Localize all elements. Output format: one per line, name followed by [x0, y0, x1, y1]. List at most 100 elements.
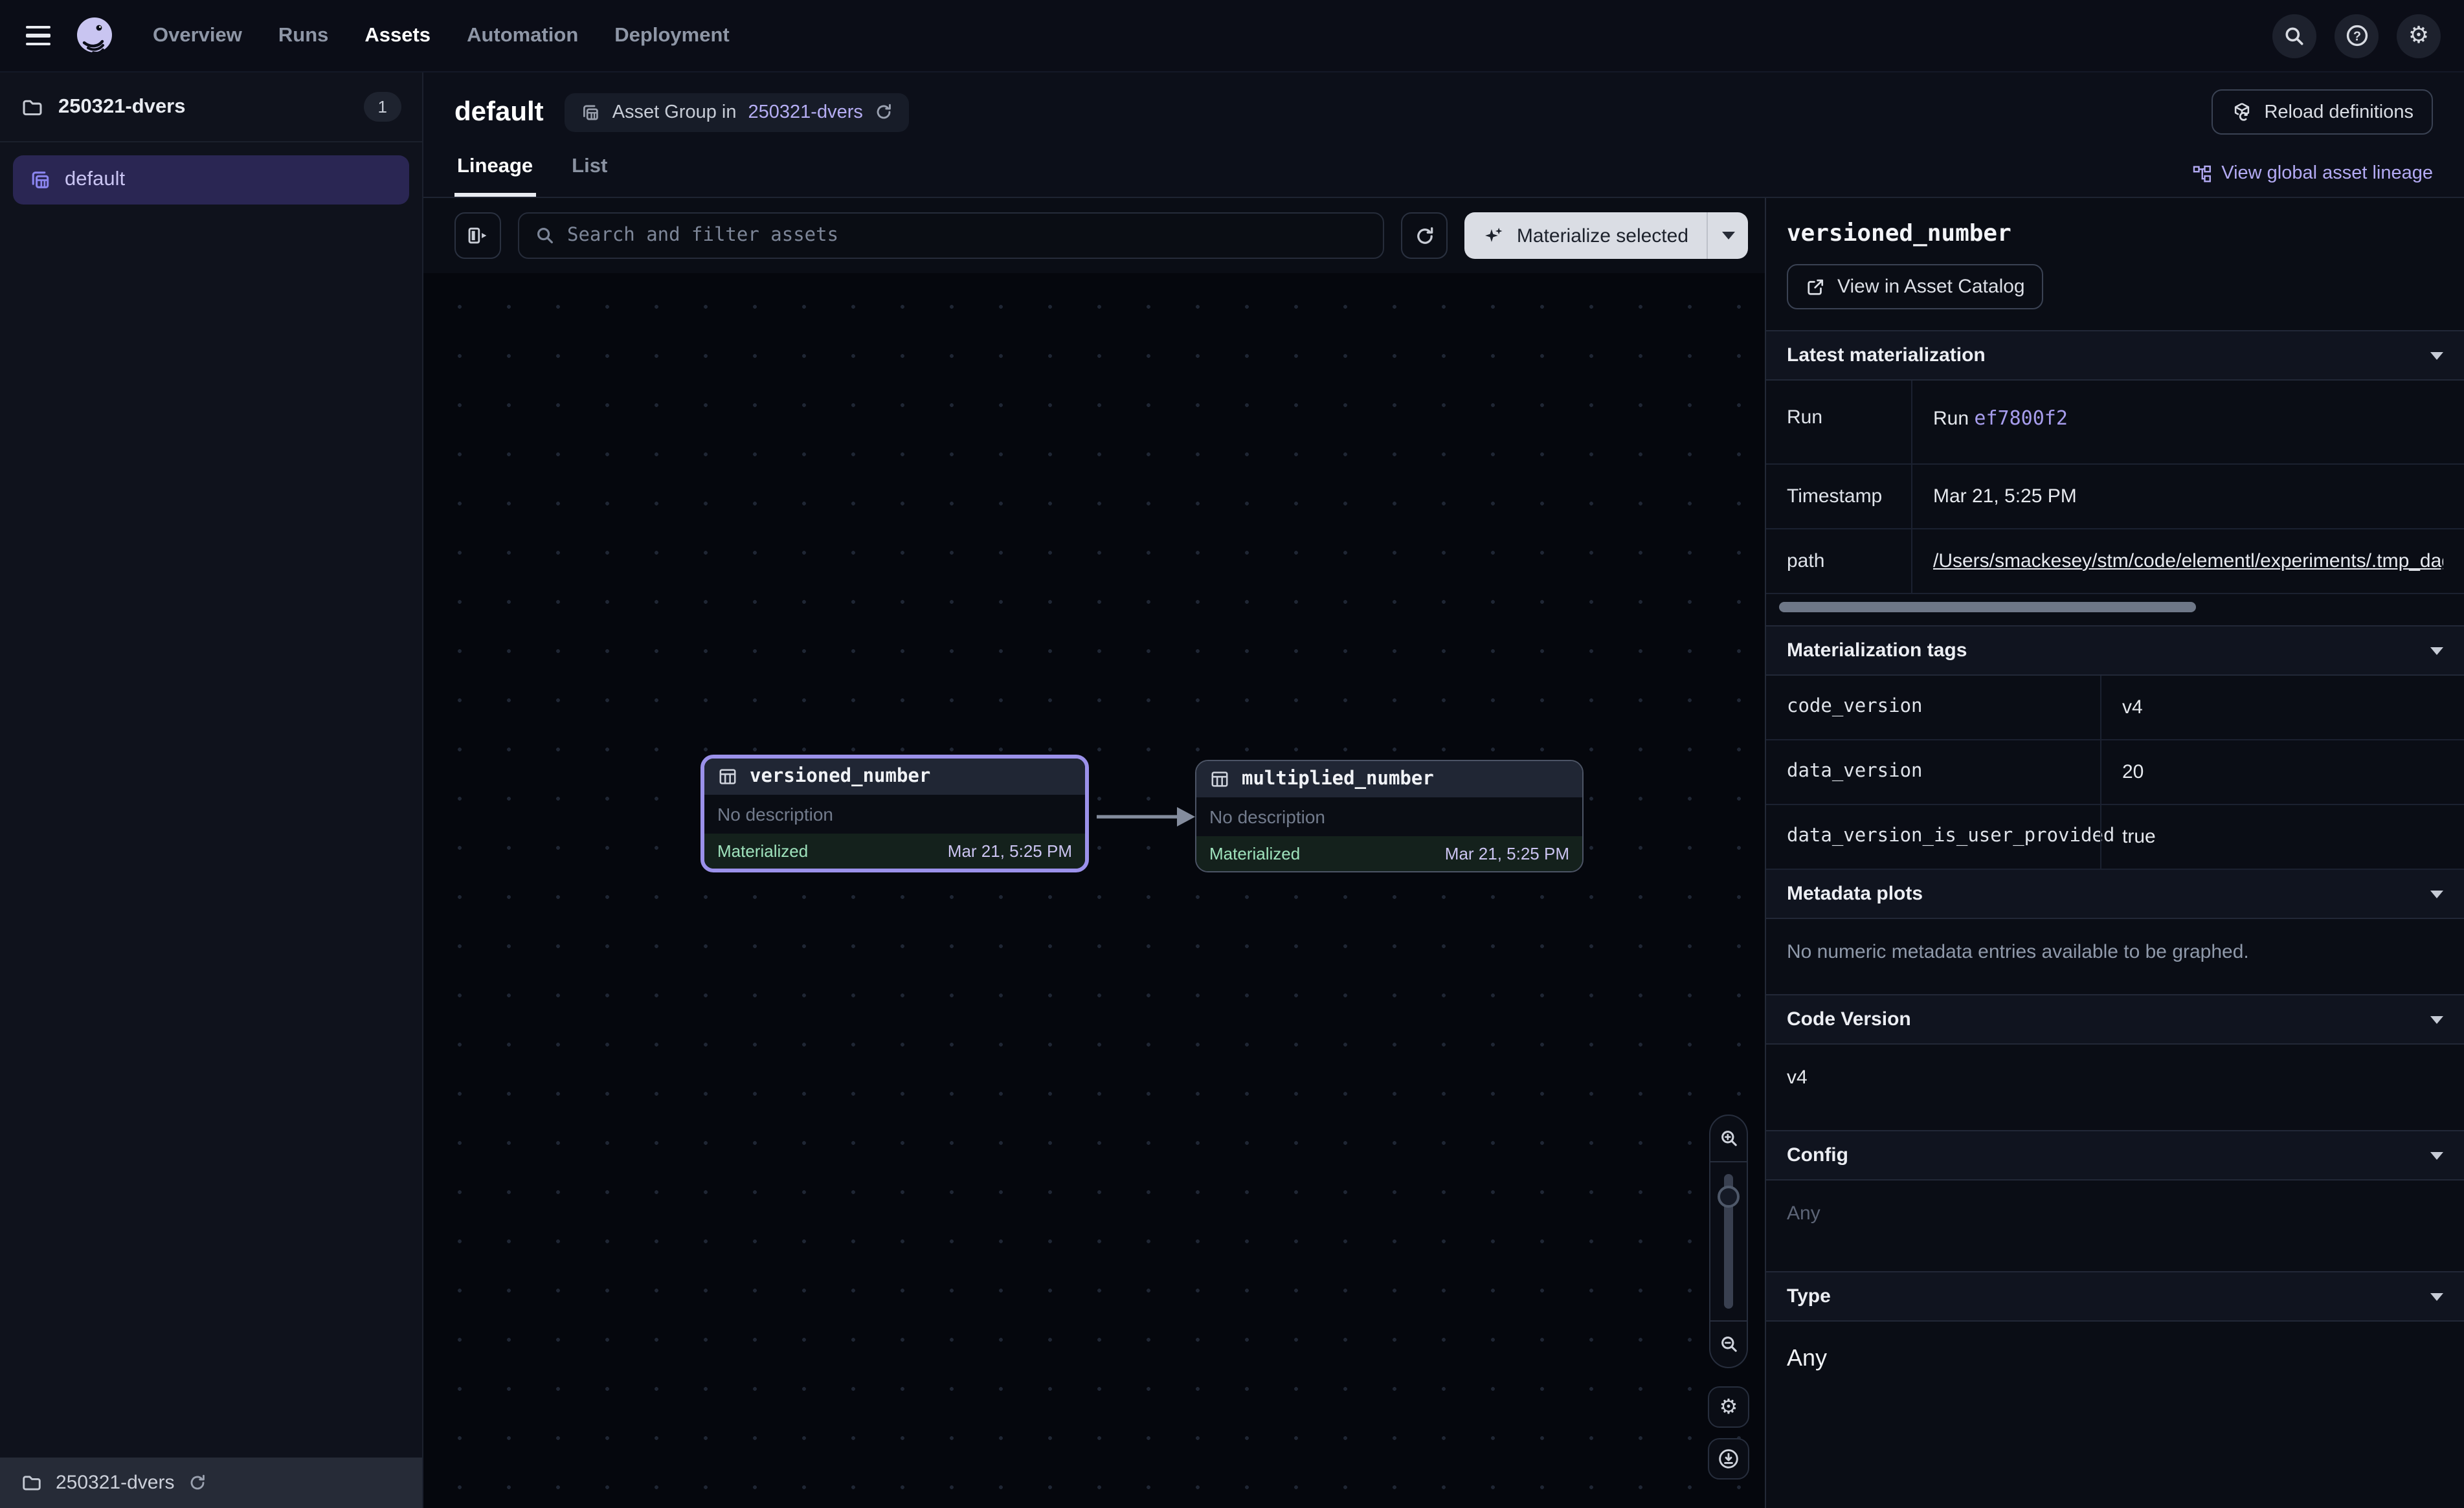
chevron-down-icon	[2430, 351, 2443, 359]
lineage-column: Materialize selected versioned_number	[423, 198, 1765, 1508]
section-header-config[interactable]: Config	[1766, 1130, 2464, 1181]
gear-icon: ⚙	[2408, 22, 2429, 49]
row-value-timestamp: Mar 21, 5:25 PM	[1911, 465, 2464, 529]
view-global-asset-lineage-link[interactable]: View global asset lineage	[2191, 163, 2433, 197]
zoom-in-icon	[1718, 1127, 1740, 1149]
collapse-panel-button[interactable]	[454, 212, 501, 259]
chevron-down-icon	[1721, 232, 1734, 239]
latest-materialization-table: Run Run ef7800f2 Timestamp Mar 21, 5:25 …	[1766, 381, 2464, 594]
nav-item-runs[interactable]: Runs	[278, 24, 329, 47]
global-lineage-icon	[2191, 164, 2211, 183]
materialize-dropdown-button[interactable]	[1708, 212, 1748, 259]
section-label: Latest materialization	[1787, 344, 1986, 366]
help-icon	[2344, 23, 2369, 48]
row-label-path: path	[1766, 529, 1911, 594]
view-in-asset-catalog-label: View in Asset Catalog	[1837, 276, 2025, 298]
graph-toolbar: Materialize selected	[423, 198, 1765, 273]
section-header-type[interactable]: Type	[1766, 1271, 2464, 1322]
section-label: Config	[1787, 1144, 1848, 1166]
badge-prefix: Asset Group in	[612, 102, 737, 122]
asset-node-name: multiplied_number	[1242, 769, 1434, 790]
zoom-out-icon	[1718, 1333, 1740, 1355]
search-button[interactable]	[2272, 14, 2316, 58]
page-title: default	[454, 96, 544, 128]
tag-key: code_version	[1766, 676, 2100, 740]
graph-settings-button[interactable]: ⚙	[1708, 1386, 1749, 1428]
reload-definitions-icon	[2230, 101, 2252, 123]
search-input[interactable]	[567, 225, 1368, 246]
chevron-down-icon	[2430, 1292, 2443, 1300]
main-area: default Asset Group in 250321-dvers Relo…	[423, 72, 2464, 1508]
chevron-down-icon	[2430, 1015, 2443, 1023]
tab-lineage[interactable]: Lineage	[454, 145, 535, 197]
nav-item-overview[interactable]: Overview	[153, 24, 242, 47]
nav-item-automation[interactable]: Automation	[467, 24, 578, 47]
section-label: Materialization tags	[1787, 639, 1967, 661]
zoom-out-button[interactable]	[1710, 1320, 1747, 1367]
section-label: Code Version	[1787, 1008, 1911, 1030]
asset-group-icon	[580, 102, 601, 122]
nav-links: Overview Runs Assets Automation Deployme…	[153, 24, 730, 47]
asset-node-multiplied-number[interactable]: multiplied_number No description Materia…	[1195, 760, 1584, 872]
chevron-down-icon	[2430, 890, 2443, 898]
lineage-edge-arrow	[1094, 799, 1198, 835]
reload-definitions-button[interactable]: Reload definitions	[2211, 89, 2433, 135]
refresh-graph-button[interactable]	[1402, 212, 1448, 259]
dagster-logo	[73, 14, 117, 58]
sidebar-item-default[interactable]: default	[13, 155, 409, 205]
run-id-link[interactable]: ef7800f2	[1974, 406, 2068, 430]
asset-search-box	[518, 212, 1385, 259]
section-header-code-version[interactable]: Code Version	[1766, 994, 2464, 1045]
zoom-in-button[interactable]	[1710, 1116, 1747, 1162]
reload-definitions-label: Reload definitions	[2264, 102, 2414, 122]
global-lineage-label: View global asset lineage	[2221, 163, 2433, 184]
zoom-control	[1709, 1114, 1748, 1368]
asset-node-versioned-number[interactable]: versioned_number No description Material…	[700, 755, 1089, 872]
badge-group-link[interactable]: 250321-dvers	[748, 102, 863, 122]
section-header-materialization-tags[interactable]: Materialization tags	[1766, 625, 2464, 676]
lineage-canvas[interactable]: versioned_number No description Material…	[423, 273, 1765, 1508]
run-prefix: Run	[1933, 408, 1969, 430]
section-header-metadata-plots[interactable]: Metadata plots	[1766, 870, 2464, 919]
row-value-path: /Users/smackesey/stm/code/elementl/exper…	[1911, 529, 2464, 594]
path-link[interactable]: /Users/smackesey/stm/code/elementl/exper…	[1933, 550, 2443, 572]
refresh-icon[interactable]	[875, 102, 894, 122]
refresh-icon[interactable]	[187, 1473, 207, 1492]
external-link-icon	[1805, 276, 1826, 297]
scrollbar-thumb[interactable]	[1779, 602, 2196, 612]
tag-key: data_version	[1766, 740, 2100, 805]
section-label: Type	[1787, 1285, 1831, 1307]
graph-controls: ⚙	[1708, 1114, 1749, 1480]
settings-button[interactable]: ⚙	[2397, 14, 2441, 58]
sparkle-icon	[1483, 225, 1505, 247]
asset-node-status: Materialized	[1209, 844, 1300, 863]
download-icon	[1717, 1447, 1740, 1470]
row-label-timestamp: Timestamp	[1766, 465, 1911, 529]
asset-node-description: No description	[1196, 797, 1582, 836]
sidebar-footer[interactable]: 250321-dvers	[0, 1458, 422, 1508]
nav-item-assets[interactable]: Assets	[364, 24, 431, 47]
horizontal-scrollbar	[1779, 602, 2451, 612]
hamburger-menu-icon[interactable]	[16, 12, 62, 59]
metadata-plots-empty-text: No numeric metadata entries available to…	[1766, 919, 2464, 994]
row-label-run: Run	[1766, 381, 1911, 465]
chevron-down-icon	[2430, 647, 2443, 654]
config-value: Any	[1766, 1181, 2464, 1271]
materialize-selected-label: Materialize selected	[1517, 225, 1688, 247]
sidebar-group-count-badge: 1	[364, 92, 401, 122]
help-button[interactable]	[2335, 14, 2379, 58]
download-graph-button[interactable]	[1708, 1438, 1749, 1480]
section-header-latest-materialization[interactable]: Latest materialization	[1766, 330, 2464, 381]
sidebar-group-row[interactable]: 250321-dvers 1	[0, 72, 422, 142]
section-label: Metadata plots	[1787, 883, 1923, 905]
asset-node-timestamp: Mar 21, 5:25 PM	[1445, 844, 1569, 863]
asset-group-icon	[28, 168, 52, 192]
materialize-selected-button[interactable]: Materialize selected	[1465, 212, 1748, 259]
tab-list[interactable]: List	[569, 145, 610, 197]
view-in-asset-catalog-button[interactable]: View in Asset Catalog	[1787, 264, 2043, 309]
zoom-slider-handle[interactable]	[1718, 1186, 1740, 1208]
nav-item-deployment[interactable]: Deployment	[614, 24, 729, 47]
type-value: Any	[1766, 1322, 2464, 1395]
asset-group-badge: Asset Group in 250321-dvers	[565, 93, 910, 131]
sidebar-footer-name: 250321-dvers	[56, 1472, 174, 1494]
